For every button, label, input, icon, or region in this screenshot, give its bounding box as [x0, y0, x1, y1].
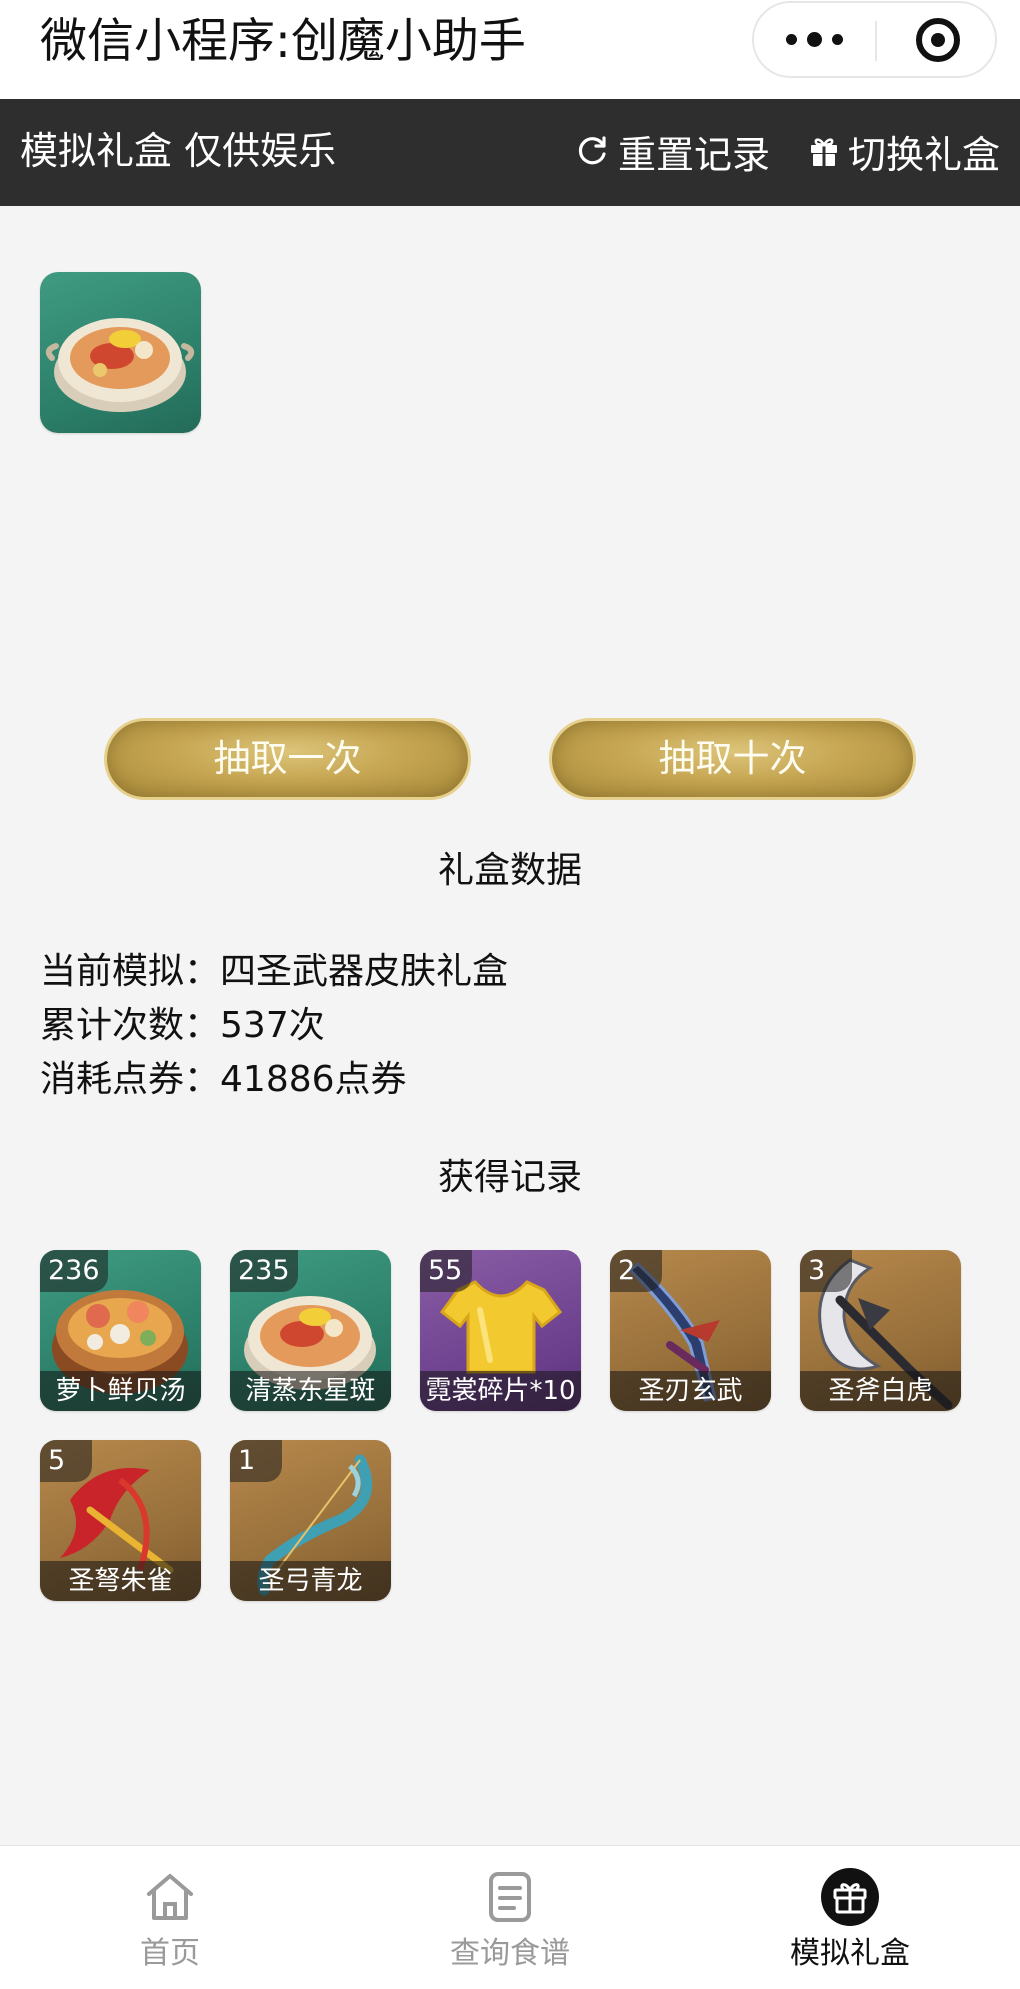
record-name: 圣斧白虎 [800, 1371, 961, 1411]
refresh-icon [578, 136, 606, 165]
more-icon[interactable] [754, 3, 874, 76]
tab-home-label: 首页 [140, 1936, 200, 1971]
record-item[interactable]: 2 圣刃玄武 [610, 1250, 771, 1411]
page-title: 模拟礼盒 仅供娱乐 [20, 129, 337, 173]
record-count: 1 [230, 1440, 282, 1482]
record-item[interactable]: 55 霓裳碎片*10 [420, 1250, 581, 1411]
capsule-menu [752, 1, 997, 78]
record-name: 萝卜鲜贝汤 [40, 1371, 201, 1411]
bottom-tab-bar: 首页 查询食谱 模拟礼盒 [0, 1845, 1020, 1989]
record-name: 圣刃玄武 [610, 1371, 771, 1411]
close-miniprogram-icon[interactable] [916, 18, 960, 62]
home-icon [147, 1874, 193, 1920]
record-name: 圣弓青龙 [230, 1561, 391, 1601]
stats-panel: 当前模拟：四圣武器皮肤礼盒 累计次数：537次 消耗点券：41886点券 [40, 945, 508, 1107]
record-count: 5 [40, 1440, 92, 1482]
wechat-title-bar: 微信小程序:创魔小助手 [0, 0, 1020, 99]
window-title: 微信小程序:创魔小助手 [40, 14, 526, 69]
switch-giftbox-button[interactable]: 切换礼盒 [808, 126, 1001, 177]
record-count: 236 [40, 1250, 108, 1292]
fish-stew-icon [45, 318, 195, 412]
document-icon [489, 1872, 531, 1922]
stat-cost: 消耗点券：41886点券 [40, 1053, 508, 1107]
stat-current: 当前模拟：四圣武器皮肤礼盒 [40, 945, 508, 999]
stat-cost-value: 41886点券 [220, 1059, 407, 1100]
stat-count-label: 累计次数： [40, 1005, 221, 1046]
gift-icon [811, 138, 837, 166]
capsule-divider [875, 21, 877, 61]
stat-cost-label: 消耗点券： [40, 1059, 221, 1100]
tab-giftbox[interactable]: 模拟礼盒 [680, 1846, 1020, 1989]
drawn-item-preview [40, 272, 201, 433]
record-count: 235 [230, 1250, 298, 1292]
record-item[interactable]: 3 圣斧白虎 [800, 1250, 961, 1411]
record-item[interactable]: 1 圣弓青龙 [230, 1440, 391, 1601]
record-name: 霓裳碎片*10 [420, 1371, 581, 1411]
switch-giftbox-label: 切换礼盒 [848, 132, 1001, 177]
record-item[interactable]: 236 萝卜鲜贝汤 [40, 1250, 201, 1411]
record-count: 3 [800, 1250, 852, 1292]
reset-records-label: 重置记录 [618, 132, 771, 177]
record-item[interactable]: 235 清蒸东星斑 [230, 1250, 391, 1411]
records-section-title: 获得记录 [437, 1157, 582, 1198]
record-name: 清蒸东星斑 [230, 1371, 391, 1411]
record-name: 圣弩朱雀 [40, 1561, 201, 1601]
stat-current-label: 当前模拟： [40, 951, 221, 992]
tab-giftbox-label: 模拟礼盒 [790, 1936, 910, 1971]
record-item[interactable]: 5 圣弩朱雀 [40, 1440, 201, 1601]
tab-recipes[interactable]: 查询食谱 [340, 1846, 680, 1989]
draw-once-button[interactable]: 抽取一次 [104, 718, 471, 800]
record-count: 55 [420, 1250, 472, 1292]
stat-current-value: 四圣武器皮肤礼盒 [220, 951, 509, 992]
tab-recipes-label: 查询食谱 [450, 1936, 570, 1971]
draw-ten-button[interactable]: 抽取十次 [549, 718, 916, 800]
record-count: 2 [610, 1250, 662, 1292]
reset-records-button[interactable]: 重置记录 [576, 126, 771, 177]
stats-section-title: 礼盒数据 [437, 850, 582, 891]
stat-count-value: 537次 [220, 1005, 325, 1046]
stat-count: 累计次数：537次 [40, 999, 508, 1053]
page-header: 模拟礼盒 仅供娱乐 重置记录 切换礼盒 [0, 99, 1020, 206]
tab-home[interactable]: 首页 [0, 1846, 340, 1989]
gift-icon [821, 1868, 879, 1926]
